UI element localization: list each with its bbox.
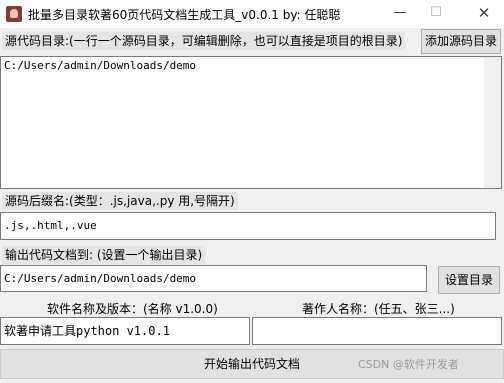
source-dir-label: 源代码目录:(一行一个源码目录，可编辑删除，也可以直接是项目的根目录) <box>2 32 406 50</box>
title-bar: 批量多目录软著60页代码文档生成工具_v0.0.1 by: 任聪聪 — ☐ ✕ <box>0 0 504 28</box>
minimize-button[interactable]: — <box>382 0 418 28</box>
output-dir-label: 输出代码文档到: (设置一个输出目录) <box>2 246 206 264</box>
suffix-input[interactable]: .js,.html,.vue <box>0 212 496 240</box>
author-name-input[interactable]: 任五 <box>252 317 502 345</box>
author-name-label: 著作人名称：(任五、张三...) <box>302 302 455 316</box>
maximize-button[interactable]: ☐ <box>418 0 454 28</box>
software-name-input[interactable]: 软著申请工具python v1.0.1 <box>0 317 250 345</box>
software-name-label: 软件名称及版本：(名称 v1.0.0) <box>47 302 218 316</box>
app-icon <box>6 6 22 22</box>
source-dir-textarea[interactable]: C:/Users/admin/Downloads/demo <box>0 56 502 189</box>
window-title: 批量多目录软著60页代码文档生成工具_v0.0.1 by: 任聪聪 <box>28 8 341 22</box>
output-dir-input[interactable]: C:/Users/admin/Downloads/demo <box>0 265 427 292</box>
add-source-dir-button[interactable]: 添加源码目录 <box>421 29 501 54</box>
source-dir-scrollbar[interactable] <box>484 57 501 188</box>
set-output-dir-button[interactable]: 设置目录 <box>438 266 500 294</box>
watermark: CSDN @软件开发者 <box>358 358 459 371</box>
close-button[interactable]: ✕ <box>466 0 502 28</box>
suffix-label: 源码后缀名:(类型：.js,java,.py 用,号隔开) <box>2 192 238 210</box>
